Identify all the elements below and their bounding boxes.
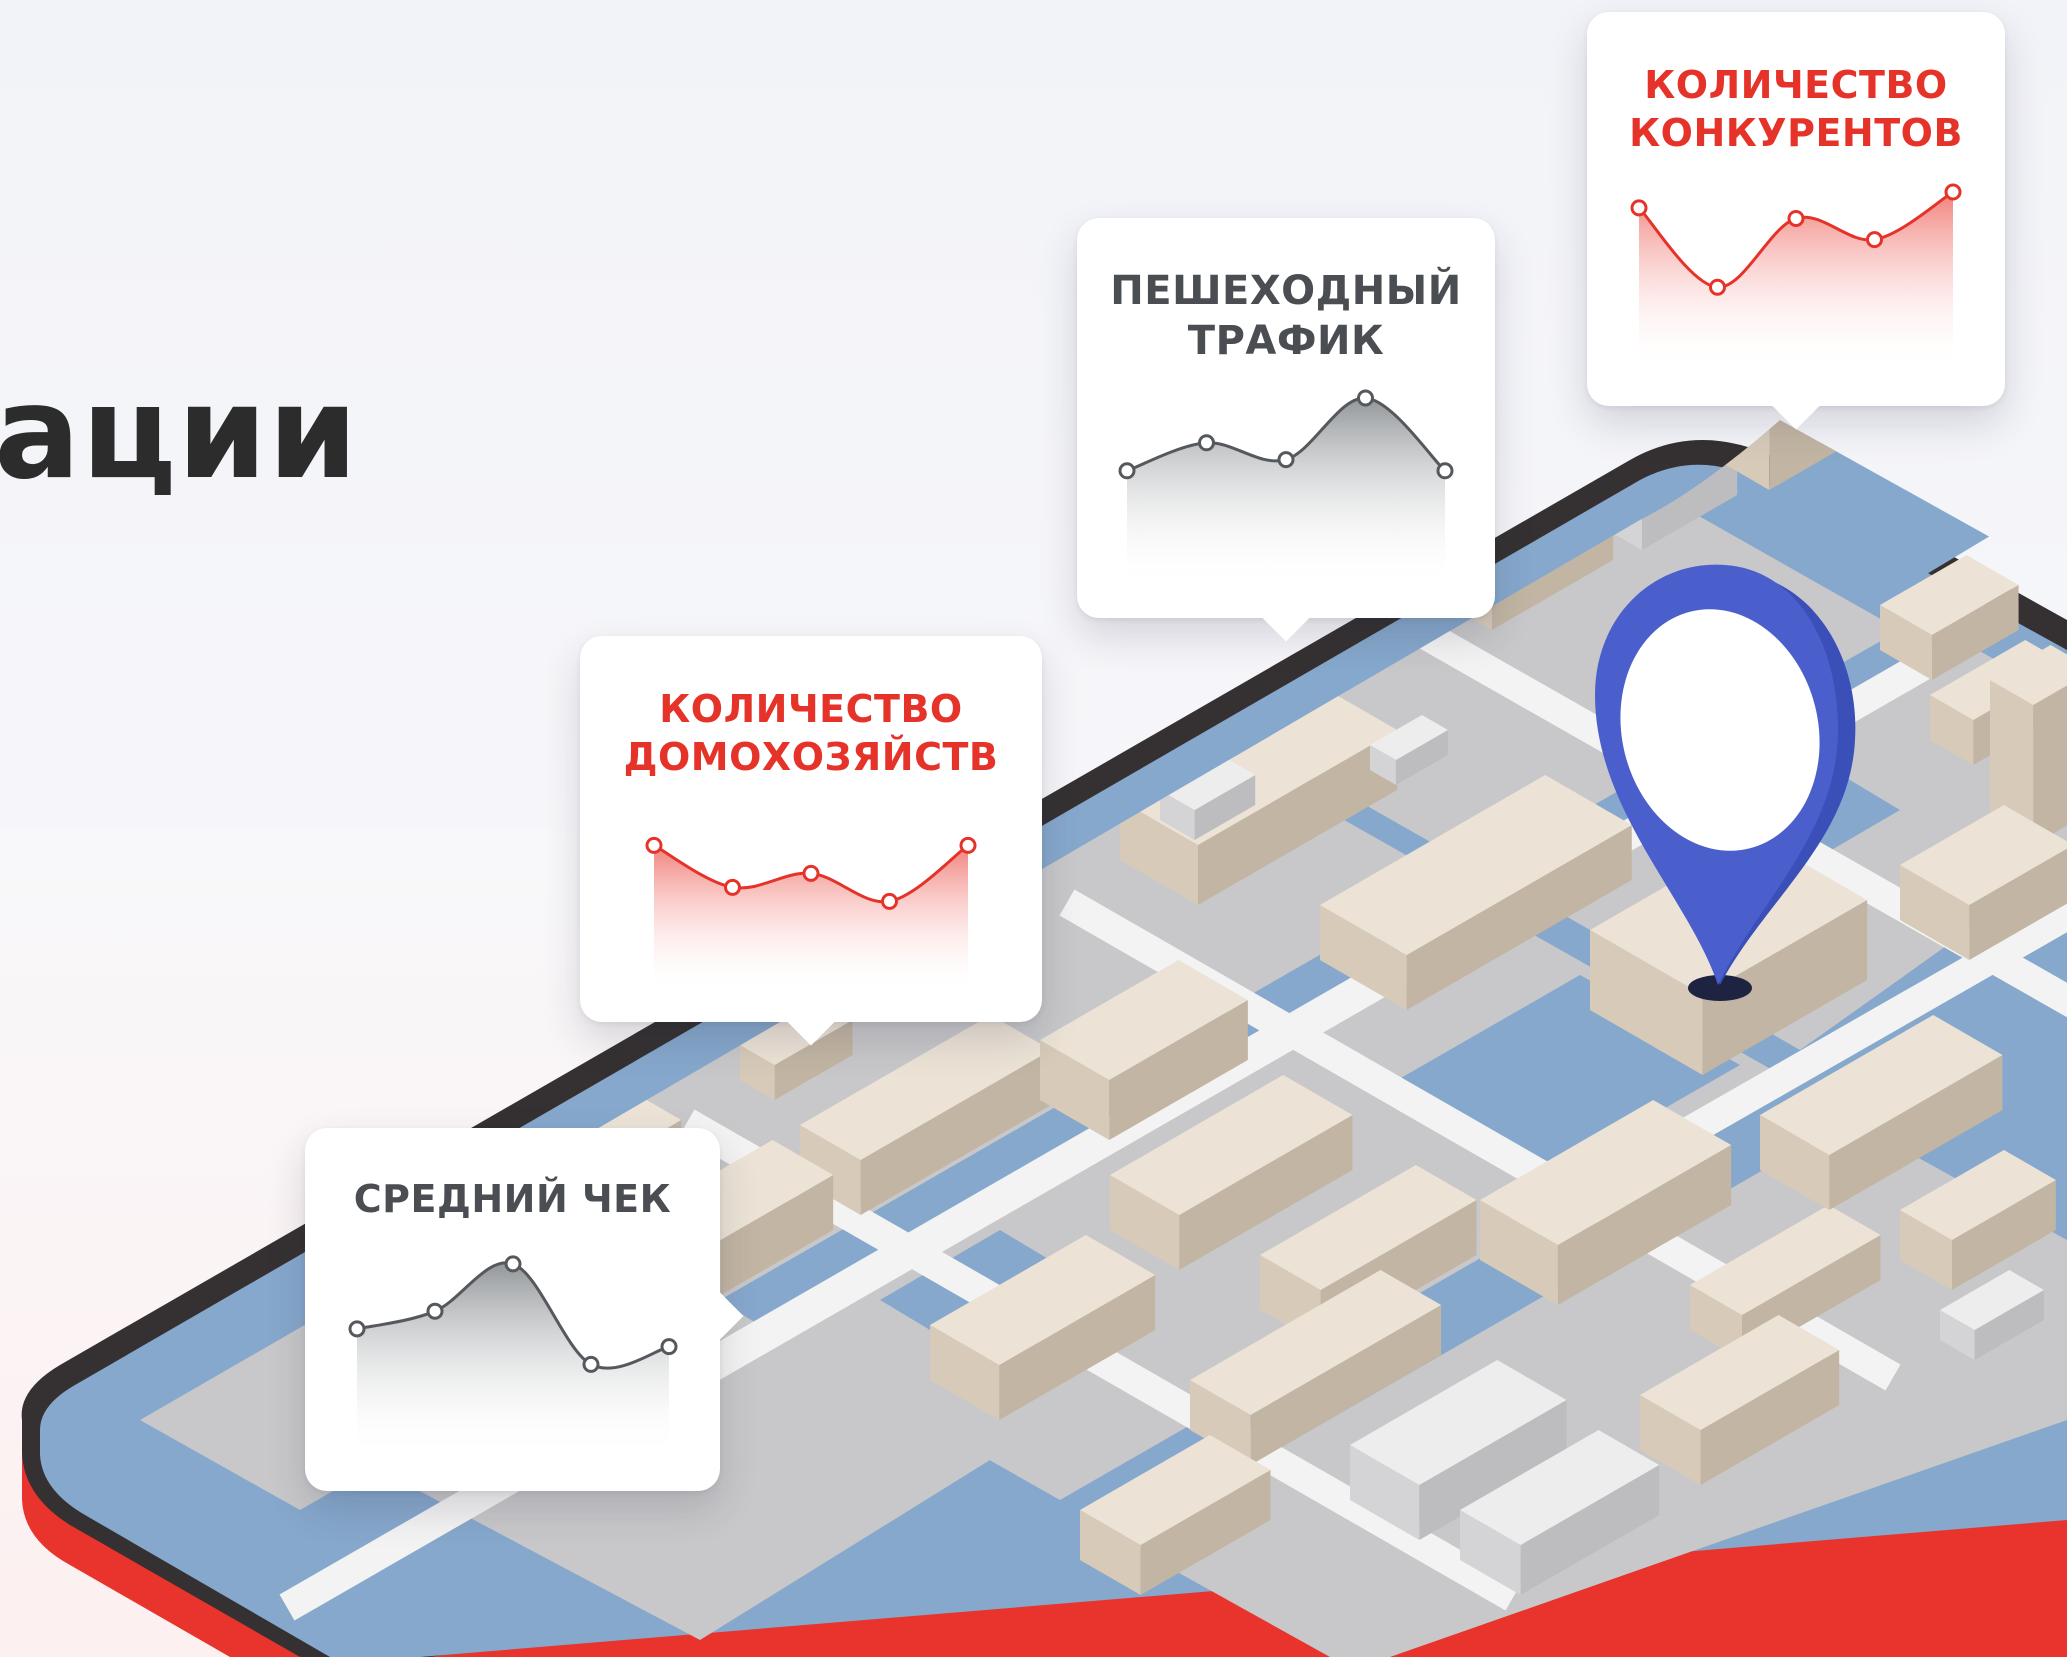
metric-card-average-check: СРЕДНИЙ ЧЕК — [305, 1128, 720, 1491]
sparkline-point — [504, 1255, 522, 1273]
sparkline-point — [1198, 434, 1215, 452]
card-title: ПЕШЕХОДНЫЙ ТРАФИК — [1110, 268, 1462, 364]
trend-sparkline — [348, 1255, 678, 1456]
metric-card-foot-traffic: ПЕШЕХОДНЫЙ ТРАФИК — [1077, 218, 1495, 618]
sparkline-point — [1787, 209, 1805, 227]
sparkline-point — [1630, 199, 1648, 217]
sparkline-point — [426, 1302, 444, 1320]
trend-sparkline — [1118, 389, 1454, 586]
sparkline-point — [802, 864, 820, 882]
page-heading: ации — [0, 359, 359, 508]
sparkline-point — [1277, 451, 1295, 469]
sparkline-point — [1436, 462, 1454, 480]
sparkline-point — [582, 1355, 600, 1373]
metric-card-households: КОЛИЧЕСТВО ДОМОХОЗЯЙСТВ — [580, 636, 1042, 1022]
card-title: СРЕДНИЙ ЧЕК — [353, 1177, 672, 1221]
trend-sparkline — [645, 836, 977, 994]
sparkline-area — [357, 1262, 669, 1456]
sparkline-point — [1357, 389, 1374, 407]
sparkline-point — [724, 878, 741, 896]
sparkline-point — [1944, 183, 1962, 201]
sparkline-point — [660, 1338, 678, 1356]
sparkline-point — [959, 836, 977, 854]
sparkline-point — [881, 892, 898, 910]
sparkline-point — [1118, 462, 1136, 480]
card-title: КОЛИЧЕСТВО КОНКУРЕНТОВ — [1629, 63, 1963, 155]
trend-sparkline — [1630, 183, 1962, 370]
sparkline-area — [1127, 397, 1445, 586]
card-title: КОЛИЧЕСТВО ДОМОХОЗЯЙСТВ — [623, 687, 999, 779]
sparkline-point — [645, 836, 663, 854]
sparkline-point — [1709, 278, 1726, 296]
sparkline-point — [1866, 231, 1883, 249]
sparkline-point — [348, 1320, 366, 1338]
metric-card-competitors: КОЛИЧЕСТВО КОНКУРЕНТОВ — [1587, 12, 2005, 406]
